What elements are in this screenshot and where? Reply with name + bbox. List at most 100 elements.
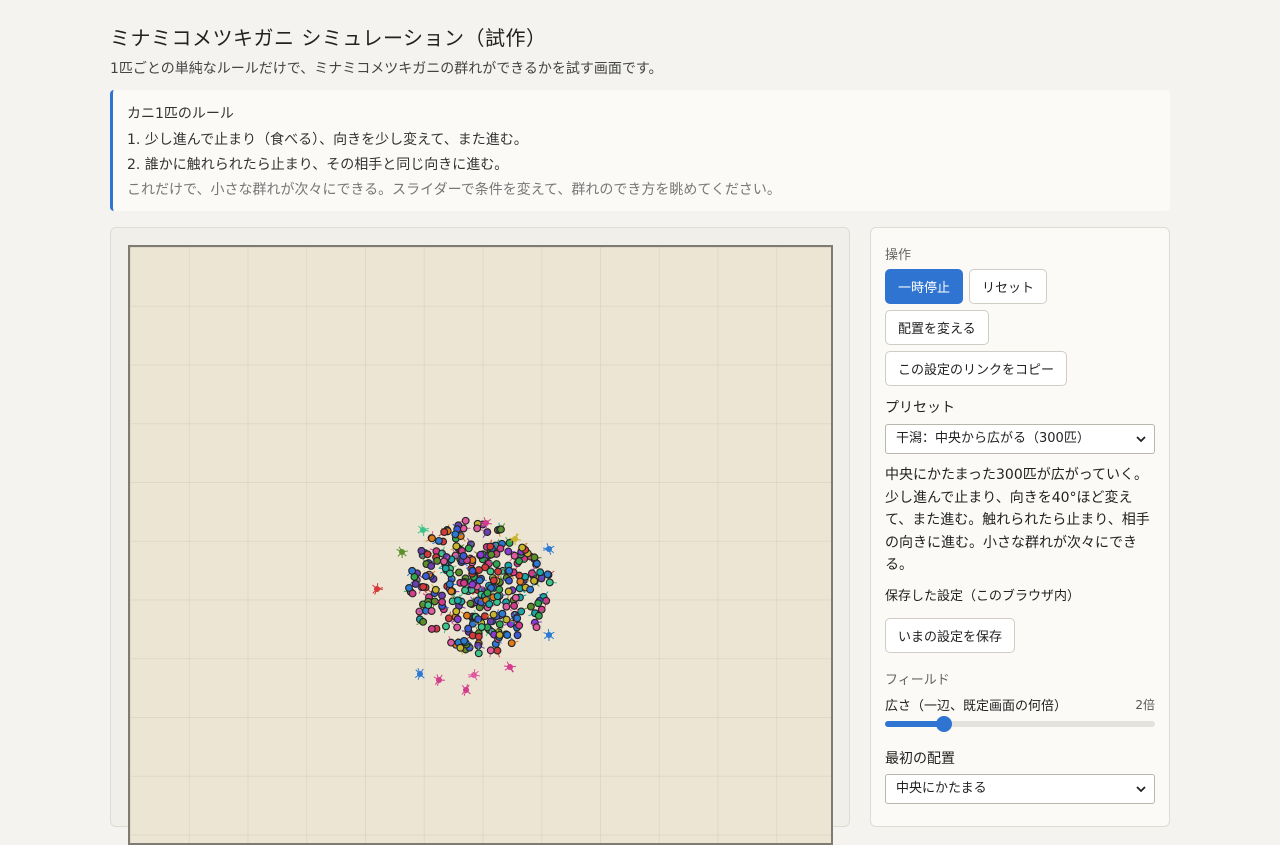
crab <box>487 543 494 550</box>
crab <box>439 599 446 606</box>
crab <box>508 640 515 647</box>
crab <box>435 537 442 544</box>
crab <box>495 568 502 575</box>
crab <box>461 637 468 644</box>
rules-heading: カニ1匹のルール <box>127 103 234 123</box>
field-size-label: 広さ（一辺、既定画面の何倍） <box>885 695 1067 714</box>
crab <box>498 526 505 533</box>
crab <box>448 639 455 646</box>
crab <box>514 615 521 622</box>
slider-thumb[interactable] <box>936 716 952 732</box>
crab <box>428 563 435 570</box>
crab <box>441 558 448 565</box>
crab <box>425 602 432 609</box>
crab <box>477 551 484 558</box>
crab <box>496 621 503 628</box>
crab <box>429 535 436 542</box>
crab <box>374 586 380 592</box>
crab <box>475 650 482 657</box>
crab <box>453 608 460 615</box>
crab <box>506 577 513 584</box>
field-size-value: 2倍 <box>1135 696 1155 713</box>
crab <box>474 525 481 532</box>
controls-section-label: 操作 <box>885 244 911 263</box>
crab <box>546 632 552 638</box>
crab <box>439 592 446 599</box>
save-settings-button[interactable]: いまの設定を保存 <box>885 618 1015 653</box>
crab <box>505 548 512 555</box>
crab <box>416 608 423 615</box>
initial-layout-label: 最初の配置 <box>885 748 955 768</box>
copy-link-button[interactable]: この設定のリンクをコピー <box>885 351 1067 386</box>
crab <box>516 622 523 629</box>
rearrange-button[interactable]: 配置を変える <box>885 310 989 345</box>
crab <box>503 603 510 610</box>
crab <box>428 626 435 633</box>
chevron-down-icon <box>1136 434 1146 444</box>
field-section-label: フィールド <box>885 669 950 688</box>
preset-description: 中央にかたまった300匹が広がっていく。少し進んで止まり、向きを40°ほど変えて… <box>885 464 1157 577</box>
crab <box>461 580 468 587</box>
crab <box>535 612 542 619</box>
crab <box>475 616 482 623</box>
crab <box>448 588 455 595</box>
crab <box>537 569 544 576</box>
reset-button[interactable]: リセット <box>969 269 1047 304</box>
crab <box>406 585 413 592</box>
crab <box>475 642 482 649</box>
crab <box>469 581 476 588</box>
crab <box>535 600 542 607</box>
crab <box>494 593 501 600</box>
preset-label: プリセット <box>885 397 955 417</box>
crab <box>543 597 550 604</box>
initial-layout-selected-value: 中央にかたまる <box>896 781 987 796</box>
crab <box>487 618 494 625</box>
crab <box>499 610 506 617</box>
crab <box>487 568 494 575</box>
crab <box>454 616 461 623</box>
field-size-slider[interactable] <box>885 714 1155 734</box>
crab <box>484 529 491 536</box>
crab <box>463 687 469 693</box>
crab <box>399 549 405 555</box>
crab <box>528 603 535 610</box>
crab <box>462 517 469 524</box>
crab <box>420 527 426 533</box>
crab-group <box>372 517 556 695</box>
crab-swarm <box>130 247 831 843</box>
crab <box>546 579 553 586</box>
crab <box>462 587 469 594</box>
crab <box>418 547 425 554</box>
simulation-field[interactable] <box>128 245 833 845</box>
crab <box>519 544 526 551</box>
simulation-card <box>110 227 850 827</box>
crab <box>423 573 430 580</box>
crab <box>506 567 513 574</box>
crab <box>504 632 511 639</box>
rule-item-1: 1. 少し進んで止まり（食べる）、向きを少し変えて、また進む。 <box>127 129 528 149</box>
crab <box>469 567 476 574</box>
crab <box>511 602 518 609</box>
crab <box>467 600 474 607</box>
crab <box>496 632 503 639</box>
crab <box>443 623 450 630</box>
control-panel: 操作 一時停止 リセット 配置を変える この設定のリンクをコピー プリセット 干… <box>870 227 1170 827</box>
crab <box>512 536 518 542</box>
crab <box>517 578 524 585</box>
crab <box>507 664 513 670</box>
crab <box>436 677 442 683</box>
crab <box>486 601 493 608</box>
crab <box>533 624 540 631</box>
preset-select[interactable]: 干潟：中央から広がる（300匹） <box>885 424 1155 454</box>
crab <box>488 551 495 558</box>
crab <box>420 584 427 591</box>
preset-selected-value: 干潟：中央から広がる（300匹） <box>896 431 1090 446</box>
pause-button[interactable]: 一時停止 <box>885 269 963 304</box>
crab <box>442 565 449 572</box>
crab <box>505 588 512 595</box>
crab <box>494 647 501 654</box>
crab <box>446 581 453 588</box>
crab <box>441 529 448 536</box>
rules-note: これだけで、小さな群れが次々にできる。スライダーで条件を変えて、群れのでき方を眺… <box>127 179 781 199</box>
crab <box>454 624 461 631</box>
